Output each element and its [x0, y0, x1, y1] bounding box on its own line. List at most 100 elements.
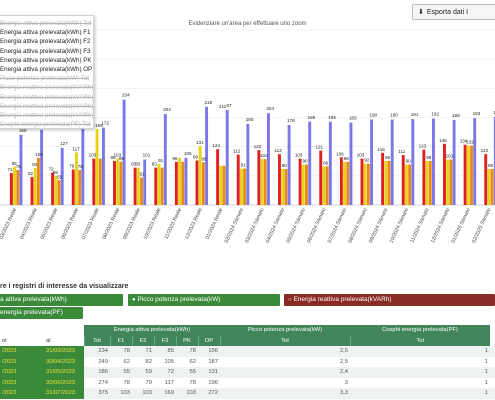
bar-f3[interactable] — [387, 160, 391, 205]
legend-item[interactable]: Energia attiva prelevata(kWh) F3 — [0, 47, 93, 56]
bar-op[interactable] — [328, 121, 332, 205]
bar-f2[interactable] — [466, 145, 470, 205]
bar-f3[interactable] — [346, 161, 350, 205]
bar-f3[interactable] — [140, 177, 143, 205]
bar-f3[interactable] — [263, 159, 267, 205]
bar-f3[interactable] — [449, 159, 453, 205]
bar-f2[interactable] — [425, 160, 429, 205]
bar-f3[interactable] — [428, 160, 432, 205]
bar-f1[interactable] — [401, 155, 405, 205]
bar-f1[interactable] — [113, 160, 116, 205]
bar-f1[interactable] — [216, 149, 220, 205]
bar-f1[interactable] — [174, 161, 178, 205]
bar-f1[interactable] — [360, 158, 364, 205]
bar-f1[interactable] — [381, 152, 385, 205]
legend-item[interactable]: Energia attiva prelevata(kWh) F2 — [0, 37, 93, 46]
legend-item[interactable]: Energia reattiva prelevata(kVARh) Tot — [0, 83, 93, 92]
bar-f2[interactable] — [74, 152, 78, 205]
legend-item[interactable]: Cosphi energia prelevata(PF) Tot — [0, 120, 93, 129]
bar-f1[interactable] — [463, 144, 467, 205]
bar-f2[interactable] — [116, 158, 120, 205]
bar-f2[interactable] — [446, 159, 450, 205]
bar-op[interactable] — [349, 122, 353, 205]
bar-f2[interactable] — [260, 159, 264, 205]
bar-op[interactable] — [308, 121, 312, 205]
bar-f1[interactable] — [298, 158, 302, 205]
bar-op[interactable] — [184, 157, 188, 205]
bar-f1[interactable] — [422, 149, 426, 205]
bar-op[interactable] — [40, 129, 44, 205]
bar-f2[interactable] — [33, 168, 37, 205]
legend-item[interactable]: Picco potenza prelevata(kW) Tot — [0, 74, 93, 83]
legend-dropdown[interactable]: Energia attiva prelevata(kWh) Tot Energia… — [0, 15, 94, 129]
bar-f1[interactable] — [257, 150, 261, 205]
bar-op[interactable] — [411, 119, 415, 205]
bar-f2[interactable] — [384, 160, 388, 205]
bar-op[interactable] — [267, 113, 270, 205]
bar-f2[interactable] — [157, 164, 161, 205]
bar-f1[interactable] — [278, 154, 281, 205]
bar-f3[interactable] — [16, 169, 20, 205]
bar-f1[interactable] — [92, 158, 96, 205]
toggle-cosphi[interactable]: energia prelevata(PF) — [0, 307, 83, 319]
bar-op[interactable] — [287, 124, 291, 205]
bar-f2[interactable] — [301, 164, 305, 206]
bar-op[interactable] — [102, 127, 105, 205]
bar-f3[interactable] — [325, 166, 329, 205]
bar-op[interactable] — [370, 119, 374, 206]
bar-f2[interactable] — [219, 165, 223, 205]
bar-op[interactable] — [19, 134, 23, 205]
bar-f2[interactable] — [343, 161, 347, 205]
bar-f2[interactable] — [404, 164, 408, 206]
bar-f3[interactable] — [243, 168, 247, 205]
bar-op[interactable] — [390, 119, 394, 206]
toggle-energia-attiva[interactable]: a attiva prelevata(kWh) — [0, 294, 123, 306]
legend-item[interactable]: Energia attiva prelevata(kWh) PK — [0, 56, 93, 65]
bar-f2[interactable] — [363, 163, 367, 205]
toggle-picco-potenza[interactable]: ● Picco potenza prelevata(kW) — [128, 294, 280, 306]
bar-op[interactable] — [246, 124, 250, 205]
bar-f3[interactable] — [160, 167, 164, 205]
bar-f1[interactable] — [195, 160, 199, 205]
bar-f1[interactable] — [154, 167, 158, 205]
bar-op[interactable] — [81, 116, 85, 205]
bar-f3[interactable] — [284, 169, 288, 205]
bar-f1[interactable] — [30, 177, 34, 205]
bar-f3[interactable] — [181, 161, 185, 205]
bar-f3[interactable] — [98, 158, 102, 205]
bar-f2[interactable] — [54, 175, 58, 205]
bar-f1[interactable] — [484, 154, 488, 205]
bar-f3[interactable] — [408, 164, 412, 206]
bar-f2[interactable] — [13, 166, 17, 205]
bar-f3[interactable] — [78, 169, 82, 205]
legend-item[interactable]: Energia attiva prelevata(kWh) OP — [0, 65, 93, 74]
bar-op[interactable] — [225, 110, 229, 205]
bar-f3[interactable] — [57, 180, 61, 205]
bar-f2[interactable] — [281, 169, 285, 205]
bar-f1[interactable] — [71, 169, 75, 205]
bar-f3[interactable] — [119, 161, 123, 205]
legend-item[interactable]: Energia attiva prelevata(kWh) Tot — [0, 19, 93, 28]
bar-op[interactable] — [143, 159, 147, 205]
legend-item[interactable]: Energia reattiva prelevata(kVARh) F1 — [0, 93, 93, 102]
bar-f2[interactable] — [239, 168, 243, 205]
bar-op[interactable] — [452, 119, 456, 205]
bar-op[interactable] — [122, 99, 126, 205]
bar-f3[interactable] — [305, 164, 308, 206]
bar-f1[interactable] — [339, 157, 343, 205]
toggle-energia-reattiva[interactable]: ○ Energia reattiva prelevata(kVARh) — [284, 294, 495, 306]
bar-f3[interactable] — [366, 163, 370, 205]
bar-f3[interactable] — [470, 145, 473, 205]
bar-f3[interactable] — [222, 165, 226, 205]
legend-item[interactable]: Energia reattiva prelevata(kVARh) F3 — [0, 111, 93, 120]
bar-f1[interactable] — [51, 172, 55, 205]
bar-op[interactable] — [432, 118, 435, 205]
bar-f2[interactable] — [487, 169, 491, 205]
legend-item[interactable]: Energia attiva prelevata(kWh) F1 — [0, 28, 93, 37]
bar-f2[interactable] — [322, 166, 326, 205]
bar-op[interactable] — [163, 114, 167, 205]
bar-f1[interactable] — [319, 150, 323, 205]
bar-f2[interactable] — [198, 146, 202, 205]
bar-op[interactable] — [473, 118, 477, 205]
bar-f1[interactable] — [236, 154, 240, 205]
